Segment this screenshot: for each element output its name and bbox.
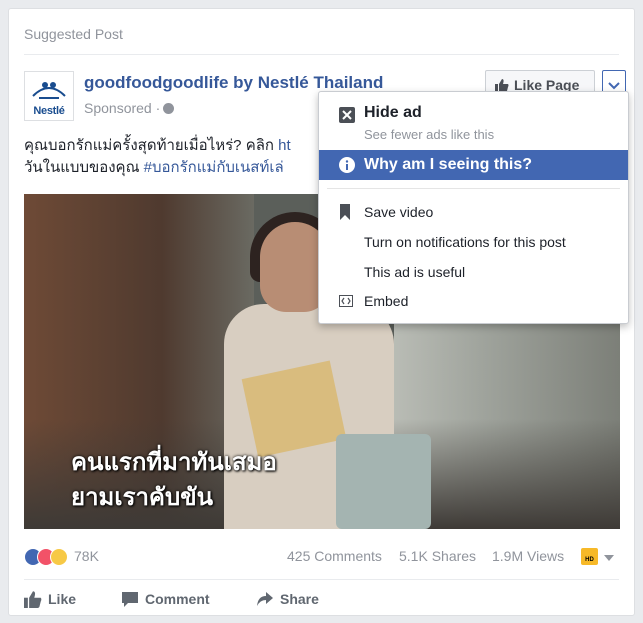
embed-icon [339, 295, 353, 307]
hd-badge[interactable]: HD [581, 548, 598, 565]
comment-button-label: Comment [145, 591, 210, 607]
globe-icon [163, 103, 175, 114]
sad-reaction-icon[interactable] [50, 548, 68, 566]
hashtag-link[interactable]: #บอกรักแม่กับเนสท์เล่ [144, 159, 284, 176]
turn-on-notifications-item[interactable]: Turn on notifications for this post [364, 234, 566, 250]
sponsored-text: Sponsored · [84, 100, 161, 116]
share-button-label: Share [280, 591, 319, 607]
sponsored-label: Sponsored · [84, 100, 175, 116]
post-text-line-1: คุณบอกรักแม่ครั้งสุดท้ายเมื่อไหร่? คลิก … [24, 135, 291, 157]
share-icon [257, 592, 273, 606]
post-text-1: คุณบอกรักแม่ครั้งสุดท้ายเมื่อไหร่? คลิก [24, 137, 279, 154]
post-link[interactable]: ht [278, 137, 291, 154]
page-avatar[interactable]: Nestlé [24, 71, 74, 121]
video-figure-bag [336, 434, 431, 529]
caret-down-icon[interactable] [604, 555, 614, 561]
why-am-i-seeing-this-item[interactable]: Why am I seeing this? [319, 150, 628, 180]
post-text-2: วันในแบบของคุณ [24, 159, 144, 176]
video-subtitle-line-2: ยามเราคับขัน [71, 484, 214, 511]
hide-ad-subtitle: See fewer ads like this [364, 127, 495, 142]
post-options-menu: Hide ad See fewer ads like this Why am I… [318, 91, 629, 324]
info-icon [339, 157, 355, 173]
views-count: 1.9M Views [492, 548, 565, 564]
header-divider [24, 54, 619, 55]
ad-useful-item[interactable]: This ad is useful [364, 264, 465, 280]
thumbs-up-icon [495, 79, 509, 92]
why-label: Why am I seeing this? [364, 156, 533, 173]
menu-divider [327, 188, 620, 189]
post-stats: 78K 425 Comments 5.1K Shares 1.9M Views … [24, 546, 619, 568]
bookmark-icon [340, 204, 350, 220]
nest-logo-icon [32, 82, 66, 99]
like-button-label: Like [48, 591, 77, 607]
comments-count[interactable]: 425 Comments [287, 548, 382, 564]
embed-item[interactable]: Embed [364, 293, 408, 309]
logo-brand-text: Nestlé [33, 105, 65, 117]
actions-divider [24, 579, 619, 580]
page-name-link[interactable]: goodfoodgoodlife by Nestlé Thailand [84, 73, 383, 93]
shares-count[interactable]: 5.1K Shares [399, 548, 476, 564]
save-video-item[interactable]: Save video [364, 204, 433, 220]
reactions-count[interactable]: 78K [74, 548, 99, 564]
hide-ad-item[interactable]: Hide ad [364, 104, 422, 122]
post-text: คุณบอกรักแม่ครั้งสุดท้ายเมื่อไหร่? คลิก … [24, 135, 291, 179]
like-icon [24, 591, 42, 608]
hide-ad-icon [339, 107, 355, 123]
comment-icon [122, 592, 138, 607]
post-text-line-2: วันในแบบของคุณ #บอกรักแม่กับเนสท์เล่ [24, 157, 291, 179]
video-subtitle-line-1: คนแรกที่มาทันเสมอ [71, 449, 277, 476]
suggested-post-label: Suggested Post [24, 26, 123, 42]
